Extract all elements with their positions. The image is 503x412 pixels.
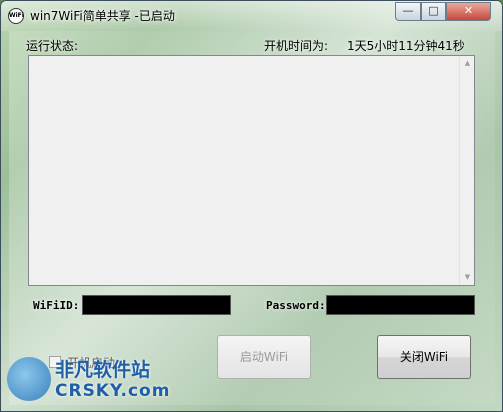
minimize-icon: — <box>402 4 414 17</box>
run-status-label: 运行状态: <box>26 39 79 53</box>
maximize-button[interactable]: □ <box>421 2 446 21</box>
wifi-id-field[interactable] <box>82 295 231 315</box>
wifi-id-label: WiFiID: <box>33 299 80 312</box>
close-button[interactable]: ✕ <box>446 2 491 21</box>
watermark-logo-icon <box>7 357 51 401</box>
uptime-value: 1天5小时11分钟41秒 <box>347 39 465 53</box>
log-scrollbar[interactable]: ▲ ▼ <box>459 56 474 285</box>
watermark-cn-text: 非凡软件站 <box>55 359 151 381</box>
window-title: win7WiFi简单共享 -已启动 <box>30 9 175 23</box>
minimize-button[interactable]: — <box>395 2 421 21</box>
app-window: WiFi win7WiFi简单共享 -已启动 — □ ✕ 运行状态: 开机时间为… <box>0 0 503 412</box>
app-icon: WiFi <box>8 8 24 24</box>
status-log[interactable]: ▲ ▼ <box>28 55 475 286</box>
scroll-down-icon[interactable]: ▼ <box>460 270 475 285</box>
maximize-icon: □ <box>428 4 439 17</box>
uptime-label: 开机时间为: <box>264 39 329 53</box>
stop-wifi-button[interactable]: 关闭WiFi <box>377 335 471 379</box>
start-wifi-button[interactable]: 启动WiFi <box>217 335 311 379</box>
close-icon: ✕ <box>463 4 474 17</box>
title-bar[interactable]: WiFi win7WiFi简单共享 -已启动 — □ ✕ <box>1 1 502 31</box>
site-watermark: 非凡软件站 CRSKY.com <box>7 353 171 409</box>
watermark-en-text: CRSKY.com <box>55 381 171 401</box>
password-label: Password: <box>266 299 326 312</box>
password-field[interactable] <box>326 295 475 315</box>
scroll-up-icon[interactable]: ▲ <box>460 56 475 71</box>
